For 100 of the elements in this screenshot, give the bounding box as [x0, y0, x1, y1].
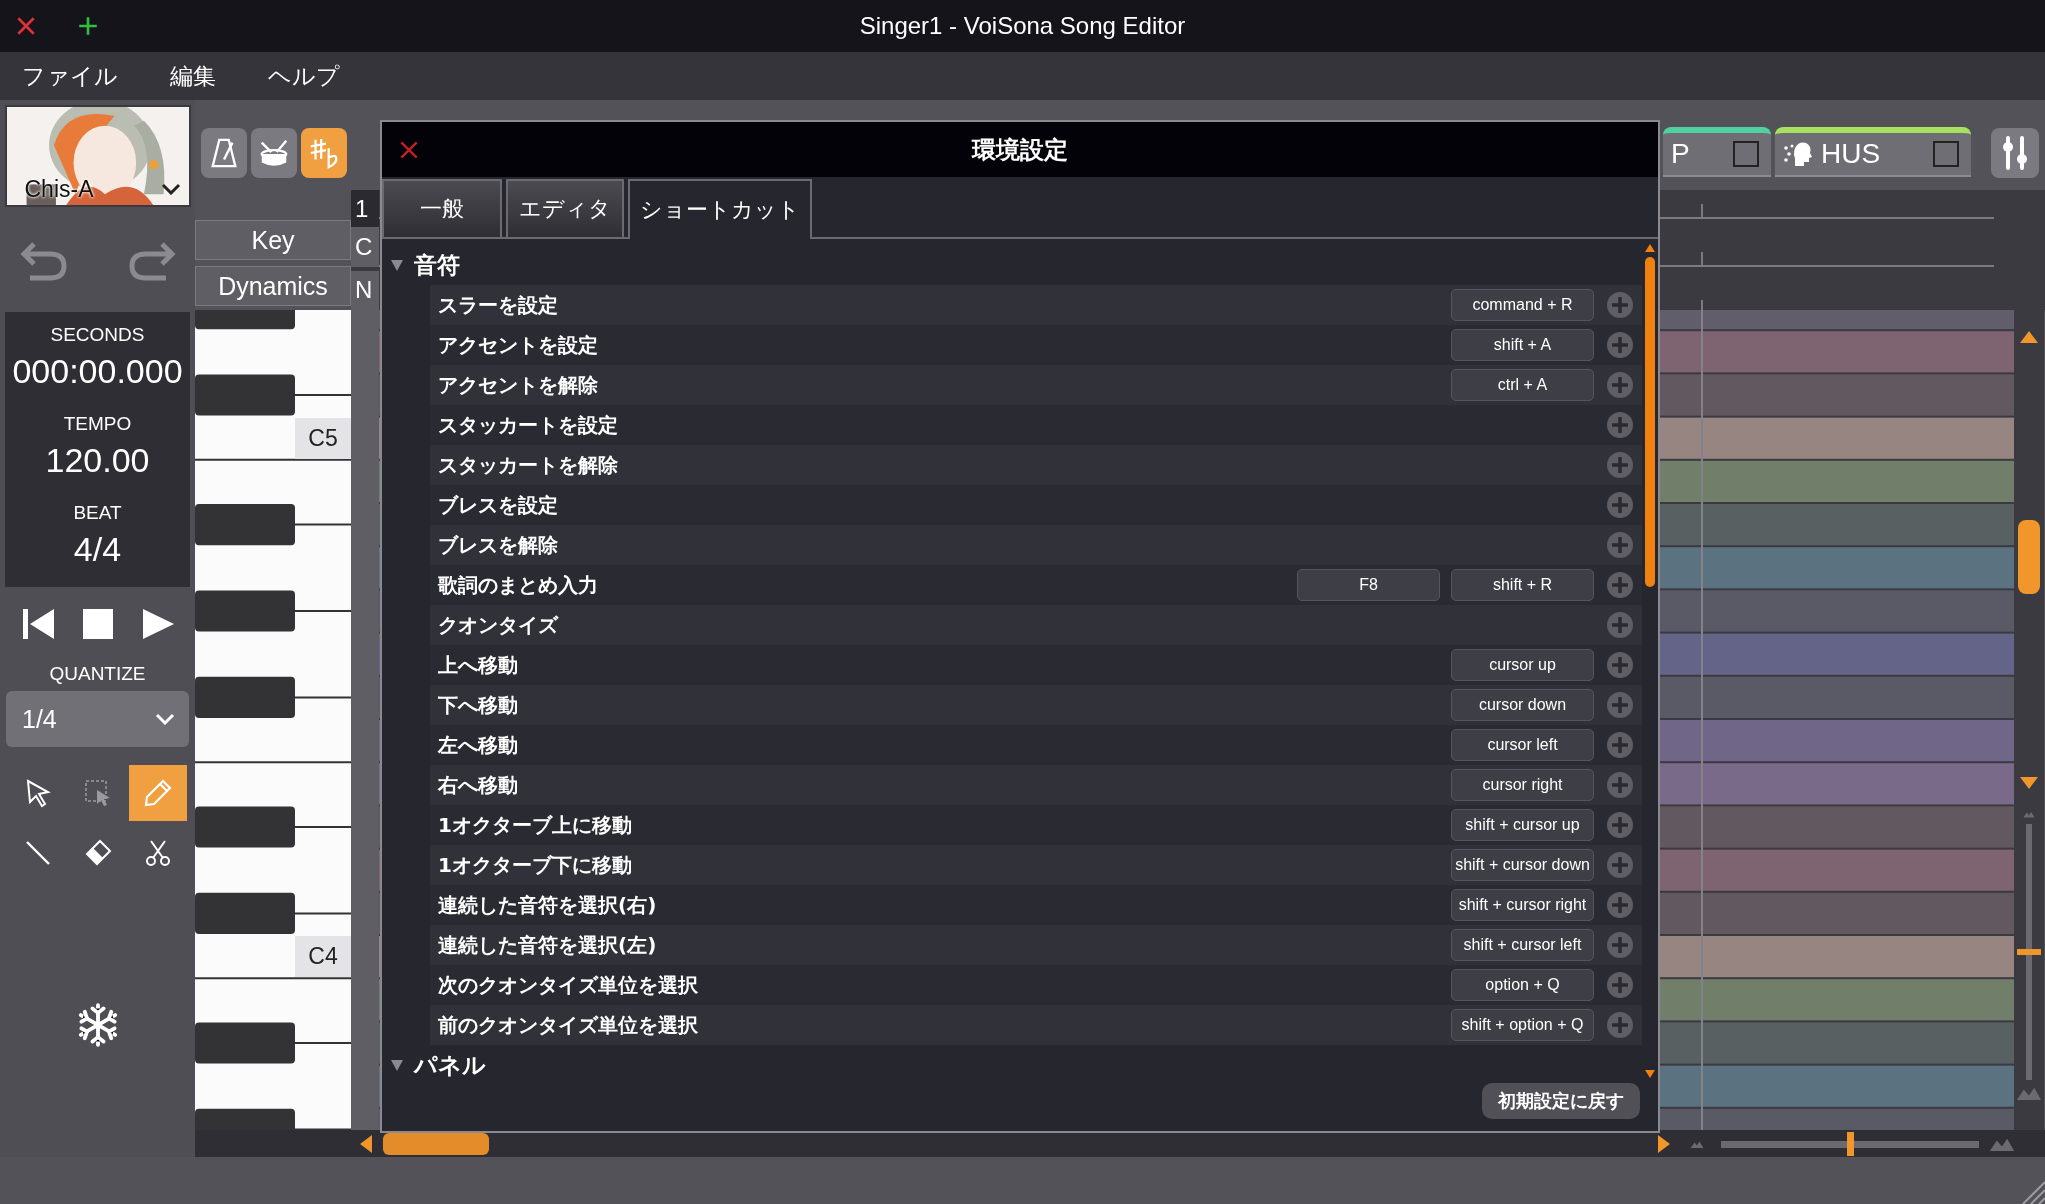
tab[interactable]: エディタ — [506, 179, 624, 237]
zoom-in-icon[interactable] — [1989, 1136, 2015, 1151]
shortcut-key[interactable]: cursor right — [1451, 769, 1594, 801]
column-cell: C — [351, 227, 379, 267]
seconds-label: SECONDS — [50, 324, 145, 346]
shortcut-key[interactable]: shift + R — [1451, 569, 1594, 601]
key-label: C5 — [295, 417, 351, 459]
add-icon[interactable] — [77, 15, 99, 37]
metronome-button[interactable] — [201, 128, 247, 178]
shortcut-label: ブレスを解除 — [438, 531, 558, 559]
shortcut-label: スタッカートを解除 — [438, 451, 618, 479]
shortcut-label: 下へ移動 — [438, 691, 518, 719]
track-tab[interactable]: P — [1663, 127, 1771, 177]
collapse-icon[interactable] — [390, 1058, 404, 1072]
pencil-icon — [142, 778, 173, 808]
shortcut-label: アクセントを設定 — [438, 331, 598, 359]
collapse-icon[interactable] — [390, 258, 404, 272]
accidental-button[interactable] — [301, 128, 347, 178]
scroll-up-icon[interactable] — [2019, 330, 2039, 344]
lane-label[interactable]: Dynamics — [195, 266, 351, 306]
seconds-value: 000:00.000 — [12, 352, 183, 391]
scrollbar-thumb[interactable] — [383, 1132, 489, 1155]
column-cell: 1 — [351, 190, 379, 228]
shortcut-label: 右へ移動 — [438, 771, 518, 799]
scrollbar-thumb[interactable] — [2018, 520, 2040, 594]
shortcut-label: クオンタイズ — [438, 611, 558, 639]
undo-icon[interactable] — [19, 240, 68, 282]
scroll-down-icon[interactable] — [2019, 776, 2039, 790]
scroll-up-icon[interactable] — [1644, 243, 1656, 253]
column-cell: N — [351, 270, 379, 310]
drum-icon — [258, 137, 290, 169]
shortcut-label: スタッカートを設定 — [438, 411, 618, 439]
shortcut-label: スラーを設定 — [438, 291, 558, 319]
quantize-label: QUANTIZE — [49, 663, 146, 685]
scrollbar-thumb[interactable] — [1645, 257, 1655, 587]
beat-label: BEAT — [73, 502, 122, 524]
reset-button[interactable]: 初期設定に戻す — [1482, 1083, 1640, 1119]
menu-item[interactable]: 編集 — [170, 60, 216, 92]
shortcut-label: アクセントを解除 — [438, 371, 598, 399]
track-tab[interactable]: HUS — [1775, 127, 1971, 177]
shortcut-key[interactable]: shift + cursor down — [1451, 849, 1594, 881]
tab[interactable]: 一般 — [382, 179, 502, 237]
skip-back-icon[interactable] — [20, 607, 55, 641]
track-name: P — [1671, 138, 1690, 170]
track-checkbox[interactable] — [1733, 141, 1759, 167]
scroll-left-icon[interactable] — [359, 1133, 373, 1154]
drum-button[interactable] — [251, 128, 297, 178]
tempo-label: TEMPO — [63, 413, 132, 435]
zoom-in-icon[interactable] — [2016, 1086, 2042, 1100]
shortcut-label: 前のクオンタイズ単位を選択 — [438, 1011, 698, 1039]
metronome-icon — [208, 137, 240, 169]
shortcut-key[interactable]: ctrl + A — [1451, 369, 1594, 401]
voice-head-icon — [1783, 140, 1813, 168]
scroll-down-icon[interactable] — [1644, 1069, 1656, 1079]
window-title: Singer1 - VoiSona Song Editor — [859, 12, 1186, 40]
shortcut-label: 上へ移動 — [438, 651, 518, 679]
track-name: HUS — [1821, 138, 1881, 170]
shortcut-key[interactable]: cursor up — [1451, 649, 1594, 681]
shortcut-key[interactable]: F8 — [1297, 569, 1440, 601]
stop-icon[interactable] — [80, 607, 115, 641]
chevron-down-icon — [155, 713, 175, 725]
shortcut-key[interactable]: shift + option + Q — [1451, 1009, 1594, 1041]
shortcut-label: 1オクターブ上に移動 — [438, 811, 632, 839]
play-icon[interactable] — [140, 607, 175, 641]
key-label: C4 — [295, 936, 351, 977]
slider-thumb[interactable] — [1847, 1131, 1854, 1156]
section-title: パネル — [414, 1050, 486, 1080]
tempo-value: 120.00 — [45, 441, 150, 480]
track-checkbox[interactable] — [1933, 141, 1959, 167]
menu-item[interactable]: ヘルプ — [268, 60, 340, 92]
scroll-right-icon[interactable] — [1657, 1133, 1671, 1154]
shortcut-label: 連続した音符を選択(左) — [438, 931, 657, 959]
shortcut-key[interactable]: shift + cursor left — [1451, 929, 1594, 961]
menu-item[interactable]: ファイル — [22, 60, 118, 92]
sharp-flat-icon — [308, 137, 340, 169]
shortcut-key[interactable]: shift + A — [1451, 329, 1594, 361]
tab[interactable]: ショートカット — [628, 179, 812, 239]
redo-icon[interactable] — [127, 240, 176, 282]
shortcut-key[interactable]: command + R — [1451, 289, 1594, 321]
shortcut-key[interactable]: cursor left — [1451, 729, 1594, 761]
shortcut-label: 1オクターブ下に移動 — [438, 851, 632, 879]
shortcut-label: 歌詞のまとめ入力 — [438, 571, 598, 599]
beat-value: 4/4 — [73, 530, 122, 569]
shortcut-key[interactable]: cursor down — [1451, 689, 1594, 721]
zoom-out-icon[interactable] — [2022, 810, 2036, 818]
lane-label[interactable]: Key — [195, 220, 351, 260]
shortcut-label: 次のクオンタイズ単位を選択 — [438, 971, 698, 999]
shortcut-key[interactable]: shift + cursor up — [1451, 809, 1594, 841]
slider-thumb[interactable] — [2017, 949, 2041, 955]
dialog-title: 環境設定 — [972, 134, 1068, 166]
zoom-out-icon[interactable] — [1689, 1139, 1705, 1148]
shortcut-label: ブレスを設定 — [438, 491, 558, 519]
mixer-icon[interactable] — [1991, 128, 2039, 178]
close-icon[interactable] — [15, 15, 37, 37]
shortcut-label: 連続した音符を選択(右) — [438, 891, 657, 919]
chevron-down-icon — [160, 183, 181, 195]
shortcut-key[interactable]: option + Q — [1451, 969, 1594, 1001]
section-title: 音符 — [414, 250, 460, 280]
quantize-dropdown[interactable]: 1/4 — [6, 691, 189, 747]
shortcut-key[interactable]: shift + cursor right — [1451, 889, 1594, 921]
